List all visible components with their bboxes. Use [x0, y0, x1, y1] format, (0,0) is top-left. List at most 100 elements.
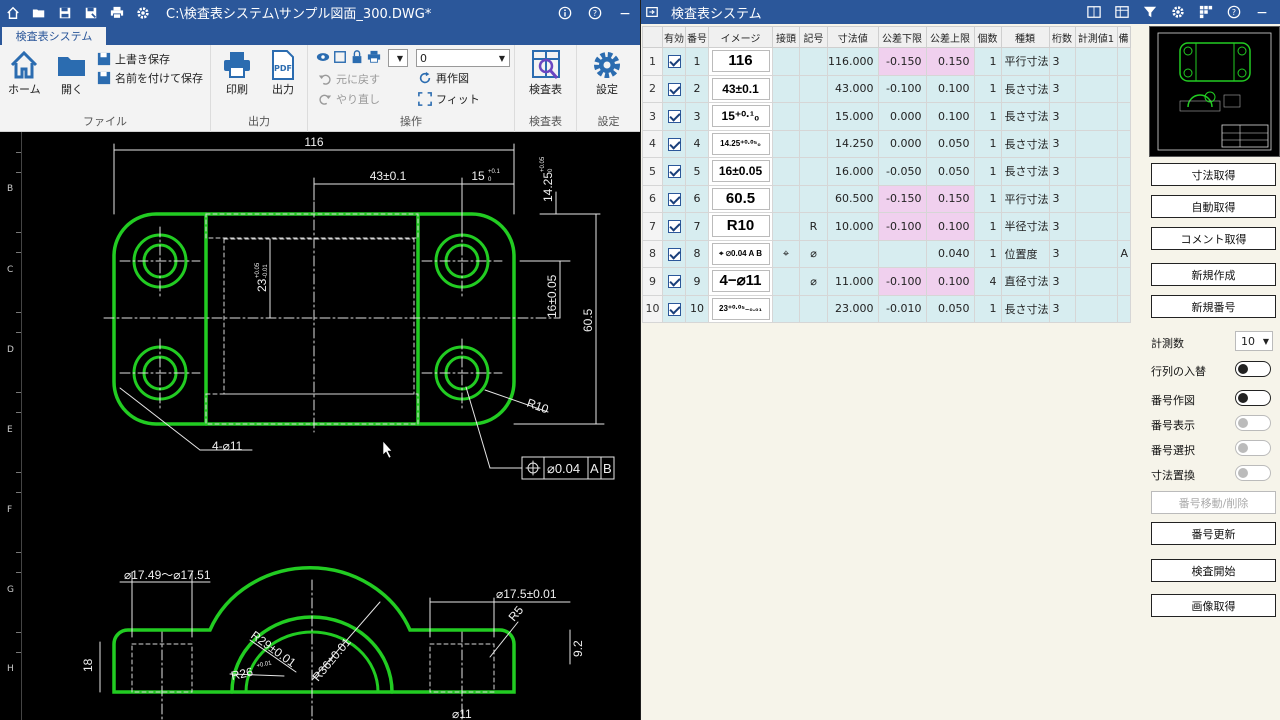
plot-icon[interactable]	[367, 50, 381, 64]
measure1-cell[interactable]	[1074, 267, 1118, 296]
notes-cell[interactable]	[1116, 102, 1131, 131]
minimize-icon[interactable]	[610, 0, 640, 25]
number-cell[interactable]: 7	[685, 212, 709, 241]
lower-tol-cell[interactable]: 0.000	[877, 129, 927, 158]
number-update-button[interactable]: 番号更新	[1151, 522, 1276, 545]
upper-tol-cell[interactable]: 0.100	[925, 74, 975, 103]
get-dimension-button[interactable]: 寸法取得	[1151, 163, 1276, 186]
tab-inspection-system[interactable]: 検査表システム	[2, 27, 106, 45]
value-cell[interactable]: 43.000	[827, 74, 879, 103]
col-header-prefix[interactable]: 接頭	[772, 26, 800, 48]
measure1-cell[interactable]	[1074, 184, 1118, 213]
number-draw-toggle[interactable]	[1235, 390, 1271, 406]
minimize-icon[interactable]	[1248, 0, 1276, 24]
col-header-enabled[interactable]: 有効	[662, 26, 686, 48]
enabled-cell[interactable]	[662, 239, 686, 268]
enabled-checkbox[interactable]	[667, 82, 681, 96]
table-row[interactable]: 4 4 14.25⁺⁰·⁰⁵₀ 14.250 0.000 0.050 1 長さ寸法 3	[642, 129, 1131, 158]
measure1-cell[interactable]	[1074, 129, 1118, 158]
lower-tol-cell[interactable]	[877, 239, 927, 268]
auto-get-button[interactable]: 自動取得	[1151, 195, 1276, 218]
table-row[interactable]: 8 8 ⌖ ⌀0.04 A B ⌖ ⌀ 0.040 1 位置度 3 A	[642, 239, 1131, 268]
row-number[interactable]: 9	[642, 267, 663, 296]
open-folder-icon[interactable]	[26, 0, 52, 25]
image-cell[interactable]: 60.5	[708, 184, 773, 213]
prefix-cell[interactable]	[772, 267, 800, 296]
print-button[interactable]: 印刷	[221, 49, 253, 97]
col-header-value[interactable]: 寸法値	[827, 26, 879, 48]
col-header-lower-tol[interactable]: 公差下限	[877, 26, 927, 48]
upper-tol-cell[interactable]: 0.050	[925, 129, 975, 158]
enabled-checkbox[interactable]	[667, 110, 681, 123]
number-select-toggle[interactable]	[1235, 440, 1271, 456]
eye-icon[interactable]	[316, 50, 330, 64]
pin-icon[interactable]	[641, 0, 663, 24]
fit-button[interactable]: フィット	[418, 91, 480, 107]
save-as-button[interactable]: 名前を付けて保存	[97, 70, 203, 86]
image-cell[interactable]: 43±0.1	[708, 74, 773, 103]
table-row[interactable]: 3 3 15⁺⁰·¹₀ 15.000 0.000 0.100 1 長さ寸法 3	[642, 102, 1131, 131]
type-cell[interactable]: 長さ寸法	[1000, 102, 1050, 131]
overwrite-save-button[interactable]: 上書き保存	[97, 51, 170, 67]
help-icon[interactable]: ?	[1220, 0, 1248, 24]
col-header-type[interactable]: 種類	[1000, 26, 1050, 48]
value-cell[interactable]: 14.250	[827, 129, 879, 158]
number-cell[interactable]: 10	[685, 294, 709, 323]
value-cell[interactable]: 116.000	[827, 47, 879, 76]
notes-cell[interactable]	[1116, 294, 1131, 323]
digits-cell[interactable]: 3	[1048, 102, 1076, 131]
prefix-cell[interactable]	[772, 157, 800, 186]
table-row[interactable]: 2 2 43±0.1 43.000 -0.100 0.100 1 長さ寸法 3	[642, 74, 1131, 103]
enabled-checkbox[interactable]	[667, 302, 681, 316]
get-comment-button[interactable]: コメント取得	[1151, 227, 1276, 250]
layer-select[interactable]: 0 ▼	[416, 49, 510, 67]
col-header-qty[interactable]: 個数	[973, 26, 1002, 48]
upper-tol-cell[interactable]: 0.100	[925, 267, 975, 296]
drawing-canvas[interactable]: B C D E F G H 116 43±0.1 15 +0.1 0 14.25…	[0, 132, 640, 720]
grid-view-icon[interactable]	[1108, 0, 1136, 24]
notes-cell[interactable]	[1116, 184, 1131, 213]
col-header-upper-tol[interactable]: 公差上限	[925, 26, 975, 48]
notes-cell[interactable]	[1116, 267, 1131, 296]
enabled-cell[interactable]	[662, 47, 686, 76]
symbol-cell[interactable]	[799, 74, 828, 103]
value-cell[interactable]: 15.000	[827, 102, 879, 131]
enabled-checkbox[interactable]	[667, 192, 681, 206]
enabled-cell[interactable]	[662, 184, 686, 213]
enabled-checkbox[interactable]	[667, 137, 681, 151]
number-show-toggle[interactable]	[1235, 415, 1271, 431]
type-cell[interactable]: 半径寸法	[1000, 212, 1050, 241]
upper-tol-cell[interactable]: 0.050	[925, 294, 975, 323]
type-cell[interactable]: 長さ寸法	[1000, 294, 1050, 323]
number-cell[interactable]: 9	[685, 267, 709, 296]
home-icon[interactable]	[0, 0, 26, 25]
digits-cell[interactable]: 3	[1048, 239, 1076, 268]
upper-tol-cell[interactable]: 0.050	[925, 157, 975, 186]
symbol-cell[interactable]: R	[799, 212, 828, 241]
pdf-output-button[interactable]: PDF 出力	[267, 49, 299, 97]
lower-tol-cell[interactable]: 0.000	[877, 102, 927, 131]
square-icon[interactable]	[333, 50, 347, 64]
image-cell[interactable]: 116	[708, 47, 773, 76]
image-cell[interactable]: 23⁺⁰·⁰⁵₋₀.₀₁	[708, 294, 773, 323]
col-header-digits[interactable]: 桁数	[1048, 26, 1076, 48]
lower-tol-cell[interactable]: -0.010	[877, 294, 927, 323]
measure1-cell[interactable]	[1074, 74, 1118, 103]
number-cell[interactable]: 2	[685, 74, 709, 103]
new-create-button[interactable]: 新規作成	[1151, 263, 1276, 286]
info-icon[interactable]	[550, 0, 580, 25]
filter-icon[interactable]	[1136, 0, 1164, 24]
enabled-cell[interactable]	[662, 102, 686, 131]
symbol-cell[interactable]: ⌀	[799, 267, 828, 296]
drawing-thumbnail[interactable]	[1149, 26, 1280, 157]
image-cell[interactable]: R10	[708, 212, 773, 241]
dim-replace-toggle[interactable]	[1235, 465, 1271, 481]
table-row[interactable]: 6 6 60.5 60.500 -0.150 0.150 1 平行寸法 3	[642, 184, 1131, 213]
type-cell[interactable]: 直径寸法	[1000, 267, 1050, 296]
enabled-checkbox[interactable]	[667, 55, 681, 68]
upper-tol-cell[interactable]: 0.150	[925, 184, 975, 213]
redraw-button[interactable]: 再作図	[418, 70, 469, 86]
row-number[interactable]: 2	[642, 74, 663, 103]
notes-cell[interactable]	[1116, 129, 1131, 158]
upper-tol-cell[interactable]: 0.040	[925, 239, 975, 268]
